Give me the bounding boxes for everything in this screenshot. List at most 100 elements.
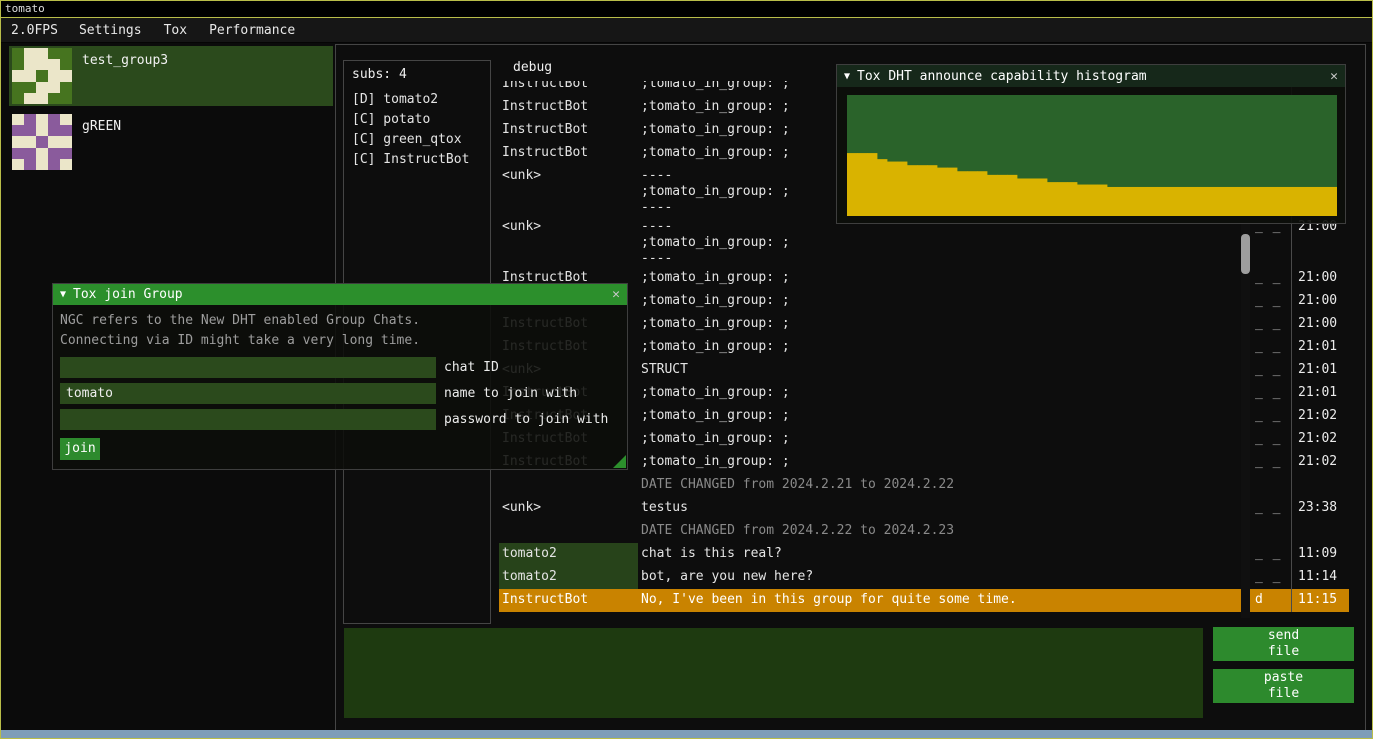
avatar-cell — [60, 82, 72, 93]
collapse-arrow-icon[interactable]: ▼ — [60, 289, 66, 300]
chat-row[interactable]: DATE CHANGED from 2024.2.21 to 2024.2.22 — [499, 474, 1349, 497]
avatar-cell — [60, 48, 72, 59]
join-info-line2: Connecting via ID might take a very long… — [60, 333, 620, 349]
avatar-cell — [36, 59, 48, 70]
chat-author — [499, 474, 638, 497]
avatar-cell — [12, 148, 24, 159]
chat-message: bot, are you new here? — [638, 566, 1241, 589]
join-name-label: name to join with — [444, 386, 577, 401]
dht-histogram-titlebar[interactable]: ▼ Tox DHT announce capability histogram … — [837, 65, 1345, 87]
avatar-cell — [24, 148, 36, 159]
avatar-cell — [48, 159, 60, 170]
chat-row[interactable]: tomato2chat is this real?_ _11:09 — [499, 543, 1349, 566]
avatar-cell — [36, 125, 48, 136]
avatar-cell — [24, 59, 36, 70]
send-file-button[interactable]: send file — [1213, 627, 1354, 661]
avatar-cell — [48, 93, 60, 104]
chat-timestamp: 21:02 — [1291, 405, 1348, 428]
member-item[interactable]: [D] tomato2 — [352, 90, 490, 110]
avatar-cell — [12, 82, 24, 93]
member-item[interactable]: [C] InstructBot — [352, 150, 490, 170]
group-avatar — [12, 114, 72, 170]
dht-histogram-plot — [847, 95, 1337, 216]
chat-id-input[interactable] — [60, 357, 436, 378]
chat-timestamp: 21:02 — [1291, 451, 1348, 474]
join-group-titlebar[interactable]: ▼ Tox join Group ✕ — [53, 284, 627, 305]
group-item[interactable]: test_group3 — [9, 46, 333, 106]
member-item[interactable]: [C] potato — [352, 110, 490, 130]
chat-delivery-indicator: _ _ — [1251, 428, 1291, 451]
chat-row[interactable]: <unk>testus_ _23:38 — [499, 497, 1349, 520]
avatar-cell — [12, 136, 24, 147]
chat-message: ;tomato_in_group: ; — [638, 267, 1241, 290]
join-group-window: ▼ Tox join Group ✕ NGC refers to the New… — [52, 283, 628, 470]
menu-tox[interactable]: Tox — [153, 23, 198, 38]
chat-author: tomato2 — [499, 566, 638, 589]
avatar-cell — [60, 114, 72, 125]
chat-row[interactable]: DATE CHANGED from 2024.2.22 to 2024.2.23 — [499, 520, 1349, 543]
group-list: test_group3gREEN — [9, 46, 333, 178]
chat-delivery-indicator: _ _ — [1251, 405, 1291, 428]
join-name-row: name to join with — [60, 383, 620, 404]
chat-timestamp: 11:14 — [1291, 566, 1348, 589]
avatar-cell — [12, 59, 24, 70]
member-item[interactable]: [C] green_qtox — [352, 130, 490, 150]
chat-timestamp: 21:01 — [1291, 359, 1348, 382]
chat-scrollbar-thumb[interactable] — [1241, 234, 1250, 274]
tab-debug[interactable]: debug — [513, 60, 552, 75]
menu-performance[interactable]: Performance — [198, 23, 306, 38]
chat-timestamp: 21:00 — [1291, 290, 1348, 313]
avatar-cell — [24, 82, 36, 93]
avatar-cell — [12, 125, 24, 136]
resize-grip[interactable] — [613, 455, 626, 468]
avatar-cell — [12, 70, 24, 81]
fps-counter: 2.0FPS — [1, 23, 68, 38]
menu-settings[interactable]: Settings — [68, 23, 153, 38]
close-icon[interactable]: ✕ — [1330, 69, 1338, 84]
paste-file-button[interactable]: paste file — [1213, 669, 1354, 703]
group-item[interactable]: gREEN — [9, 112, 333, 172]
chat-row[interactable]: InstructBotNo, I've been in this group f… — [499, 589, 1349, 612]
join-password-input[interactable] — [60, 409, 436, 430]
message-input[interactable] — [344, 628, 1203, 718]
chat-id-row: chat ID — [60, 357, 620, 378]
join-name-input[interactable] — [60, 383, 436, 404]
avatar-cell — [24, 125, 36, 136]
chat-id-label: chat ID — [444, 360, 499, 375]
avatar-cell — [24, 48, 36, 59]
dht-histogram-title: Tox DHT announce capability histogram — [857, 69, 1323, 84]
chat-message: No, I've been in this group for quite so… — [638, 589, 1241, 612]
avatar-cell — [60, 59, 72, 70]
window-title-bar[interactable]: tomato — [1, 1, 1372, 18]
chat-timestamp: 21:02 — [1291, 428, 1348, 451]
chat-message: STRUCT — [638, 359, 1241, 382]
chat-message: ;tomato_in_group: ; — [638, 405, 1241, 428]
menu-bar: 2.0FPS Settings Tox Performance — [1, 18, 1372, 43]
avatar-cell — [60, 70, 72, 81]
join-button[interactable]: join — [60, 438, 100, 460]
close-icon[interactable]: ✕ — [612, 287, 620, 302]
chat-author: <unk> — [499, 497, 638, 520]
chat-author: InstructBot — [499, 142, 638, 165]
chat-message: ;tomato_in_group: ; — [638, 336, 1241, 359]
avatar-cell — [60, 148, 72, 159]
avatar-cell — [60, 159, 72, 170]
avatar-cell — [60, 125, 72, 136]
avatar-cell — [12, 114, 24, 125]
chat-delivery-indicator: _ _ — [1251, 566, 1291, 589]
chat-delivery-indicator: d — [1251, 589, 1291, 612]
chat-delivery-indicator — [1251, 474, 1291, 497]
avatar-cell — [48, 148, 60, 159]
chat-author: <unk> — [499, 165, 638, 216]
collapse-arrow-icon[interactable]: ▼ — [844, 71, 850, 82]
avatar-cell — [24, 70, 36, 81]
chat-delivery-indicator: _ _ — [1251, 290, 1291, 313]
chat-timestamp — [1291, 520, 1348, 543]
chat-row[interactable]: tomato2bot, are you new here? _ _11:14 — [499, 566, 1349, 589]
avatar-cell — [36, 159, 48, 170]
avatar-cell — [48, 125, 60, 136]
chat-delivery-indicator: _ _ — [1251, 382, 1291, 405]
avatar-cell — [12, 159, 24, 170]
chat-delivery-indicator: _ _ — [1251, 543, 1291, 566]
join-group-title: Tox join Group — [73, 287, 605, 302]
